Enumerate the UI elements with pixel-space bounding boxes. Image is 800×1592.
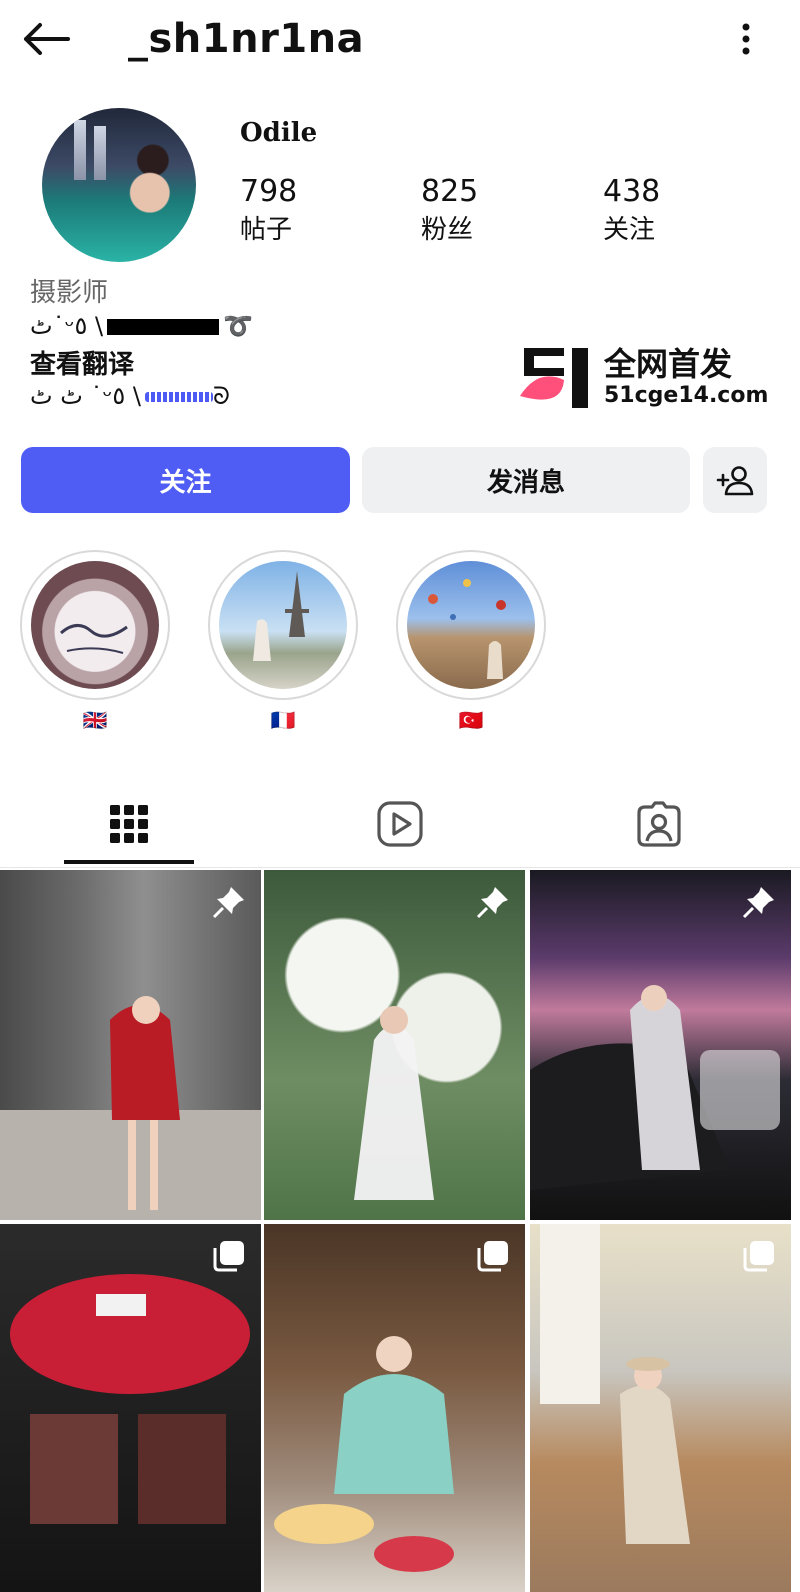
bio-line-1-end: ➰ — [223, 312, 254, 340]
pin-icon — [742, 887, 774, 919]
bio-line-2: ٹ ٹ ˙ᵕ٥ \ ᘐ — [30, 380, 230, 412]
stat-following-value: 438 — [603, 174, 661, 209]
highlight-1-cover — [31, 561, 159, 689]
post-1[interactable] — [0, 870, 261, 1220]
see-translation-link[interactable]: 查看翻译 — [30, 344, 134, 381]
highlight-3-cover — [407, 561, 535, 689]
stat-posts-label: 帖子 — [240, 215, 293, 245]
post-4[interactable] — [0, 1224, 261, 1592]
display-name: Odile — [240, 118, 318, 148]
stat-followers-value: 825 — [421, 174, 479, 209]
add-user-icon — [716, 466, 754, 496]
highlight-1[interactable] — [20, 550, 170, 700]
redaction-bar — [107, 319, 220, 335]
play-icon — [377, 801, 423, 847]
bio-role: 摄影师 — [30, 278, 109, 308]
stat-followers-label: 粉丝 — [421, 215, 474, 245]
watermark: 全网首发 51cge14.com — [518, 346, 788, 412]
post-5[interactable] — [264, 1224, 525, 1592]
highlight-1-label: 🇬🇧 — [82, 708, 108, 732]
post-3[interactable] — [530, 870, 791, 1220]
multiple-icon — [477, 1241, 508, 1272]
top-bar: _sh1nr1na — [0, 0, 800, 80]
stat-following[interactable]: 438 关注 — [603, 172, 743, 248]
profile-username: _sh1nr1na — [128, 16, 365, 62]
more-vertical-icon — [742, 23, 750, 55]
watermark-url: 51cge14.com — [604, 383, 769, 408]
highlight-3[interactable] — [396, 550, 546, 700]
bio-line-1-start: ٹ˙ᵕ٥ \ — [30, 312, 104, 340]
post-2[interactable] — [264, 870, 525, 1220]
highlight-2[interactable] — [208, 550, 358, 700]
pin-icon — [476, 887, 508, 919]
reels-tab[interactable] — [335, 780, 465, 868]
multiple-icon — [213, 1241, 244, 1272]
watermark-logo-icon — [520, 348, 588, 408]
profile-tabs — [0, 780, 800, 868]
more-options-button[interactable] — [726, 14, 766, 64]
profile-avatar[interactable] — [42, 108, 196, 262]
grid-tab[interactable] — [64, 780, 194, 868]
bio-line-2-end: ᘐ — [213, 382, 230, 410]
multiple-icon — [743, 1241, 774, 1272]
stat-posts-value: 798 — [240, 174, 298, 209]
bio-line-1: ٹ˙ᵕ٥ \ ➰ — [30, 310, 253, 342]
add-user-button[interactable] — [703, 447, 767, 513]
bio-line-2-start: ٹ ٹ ˙ᵕ٥ \ — [30, 382, 141, 410]
highlight-2-label: 🇫🇷 — [270, 708, 296, 732]
back-button[interactable] — [18, 14, 74, 64]
follow-button[interactable]: 关注 — [21, 447, 350, 513]
stat-followers[interactable]: 825 粉丝 — [421, 172, 561, 248]
stat-posts[interactable]: 798 帖子 — [240, 172, 380, 248]
pin-icon — [212, 887, 244, 919]
arrow-left-icon — [24, 23, 70, 55]
highlight-2-cover — [219, 561, 347, 689]
tagged-user-icon — [637, 801, 681, 847]
highlight-3-label: 🇹🇷 — [458, 708, 484, 732]
scribble-mark — [145, 392, 213, 402]
tagged-tab[interactable] — [594, 780, 724, 868]
message-button[interactable]: 发消息 — [362, 447, 690, 513]
watermark-title: 全网首发 — [604, 345, 733, 383]
active-tab-indicator — [64, 860, 194, 864]
stat-following-label: 关注 — [603, 215, 656, 245]
grid-icon — [110, 805, 148, 843]
posts-grid — [0, 870, 800, 1592]
post-6[interactable] — [530, 1224, 791, 1592]
